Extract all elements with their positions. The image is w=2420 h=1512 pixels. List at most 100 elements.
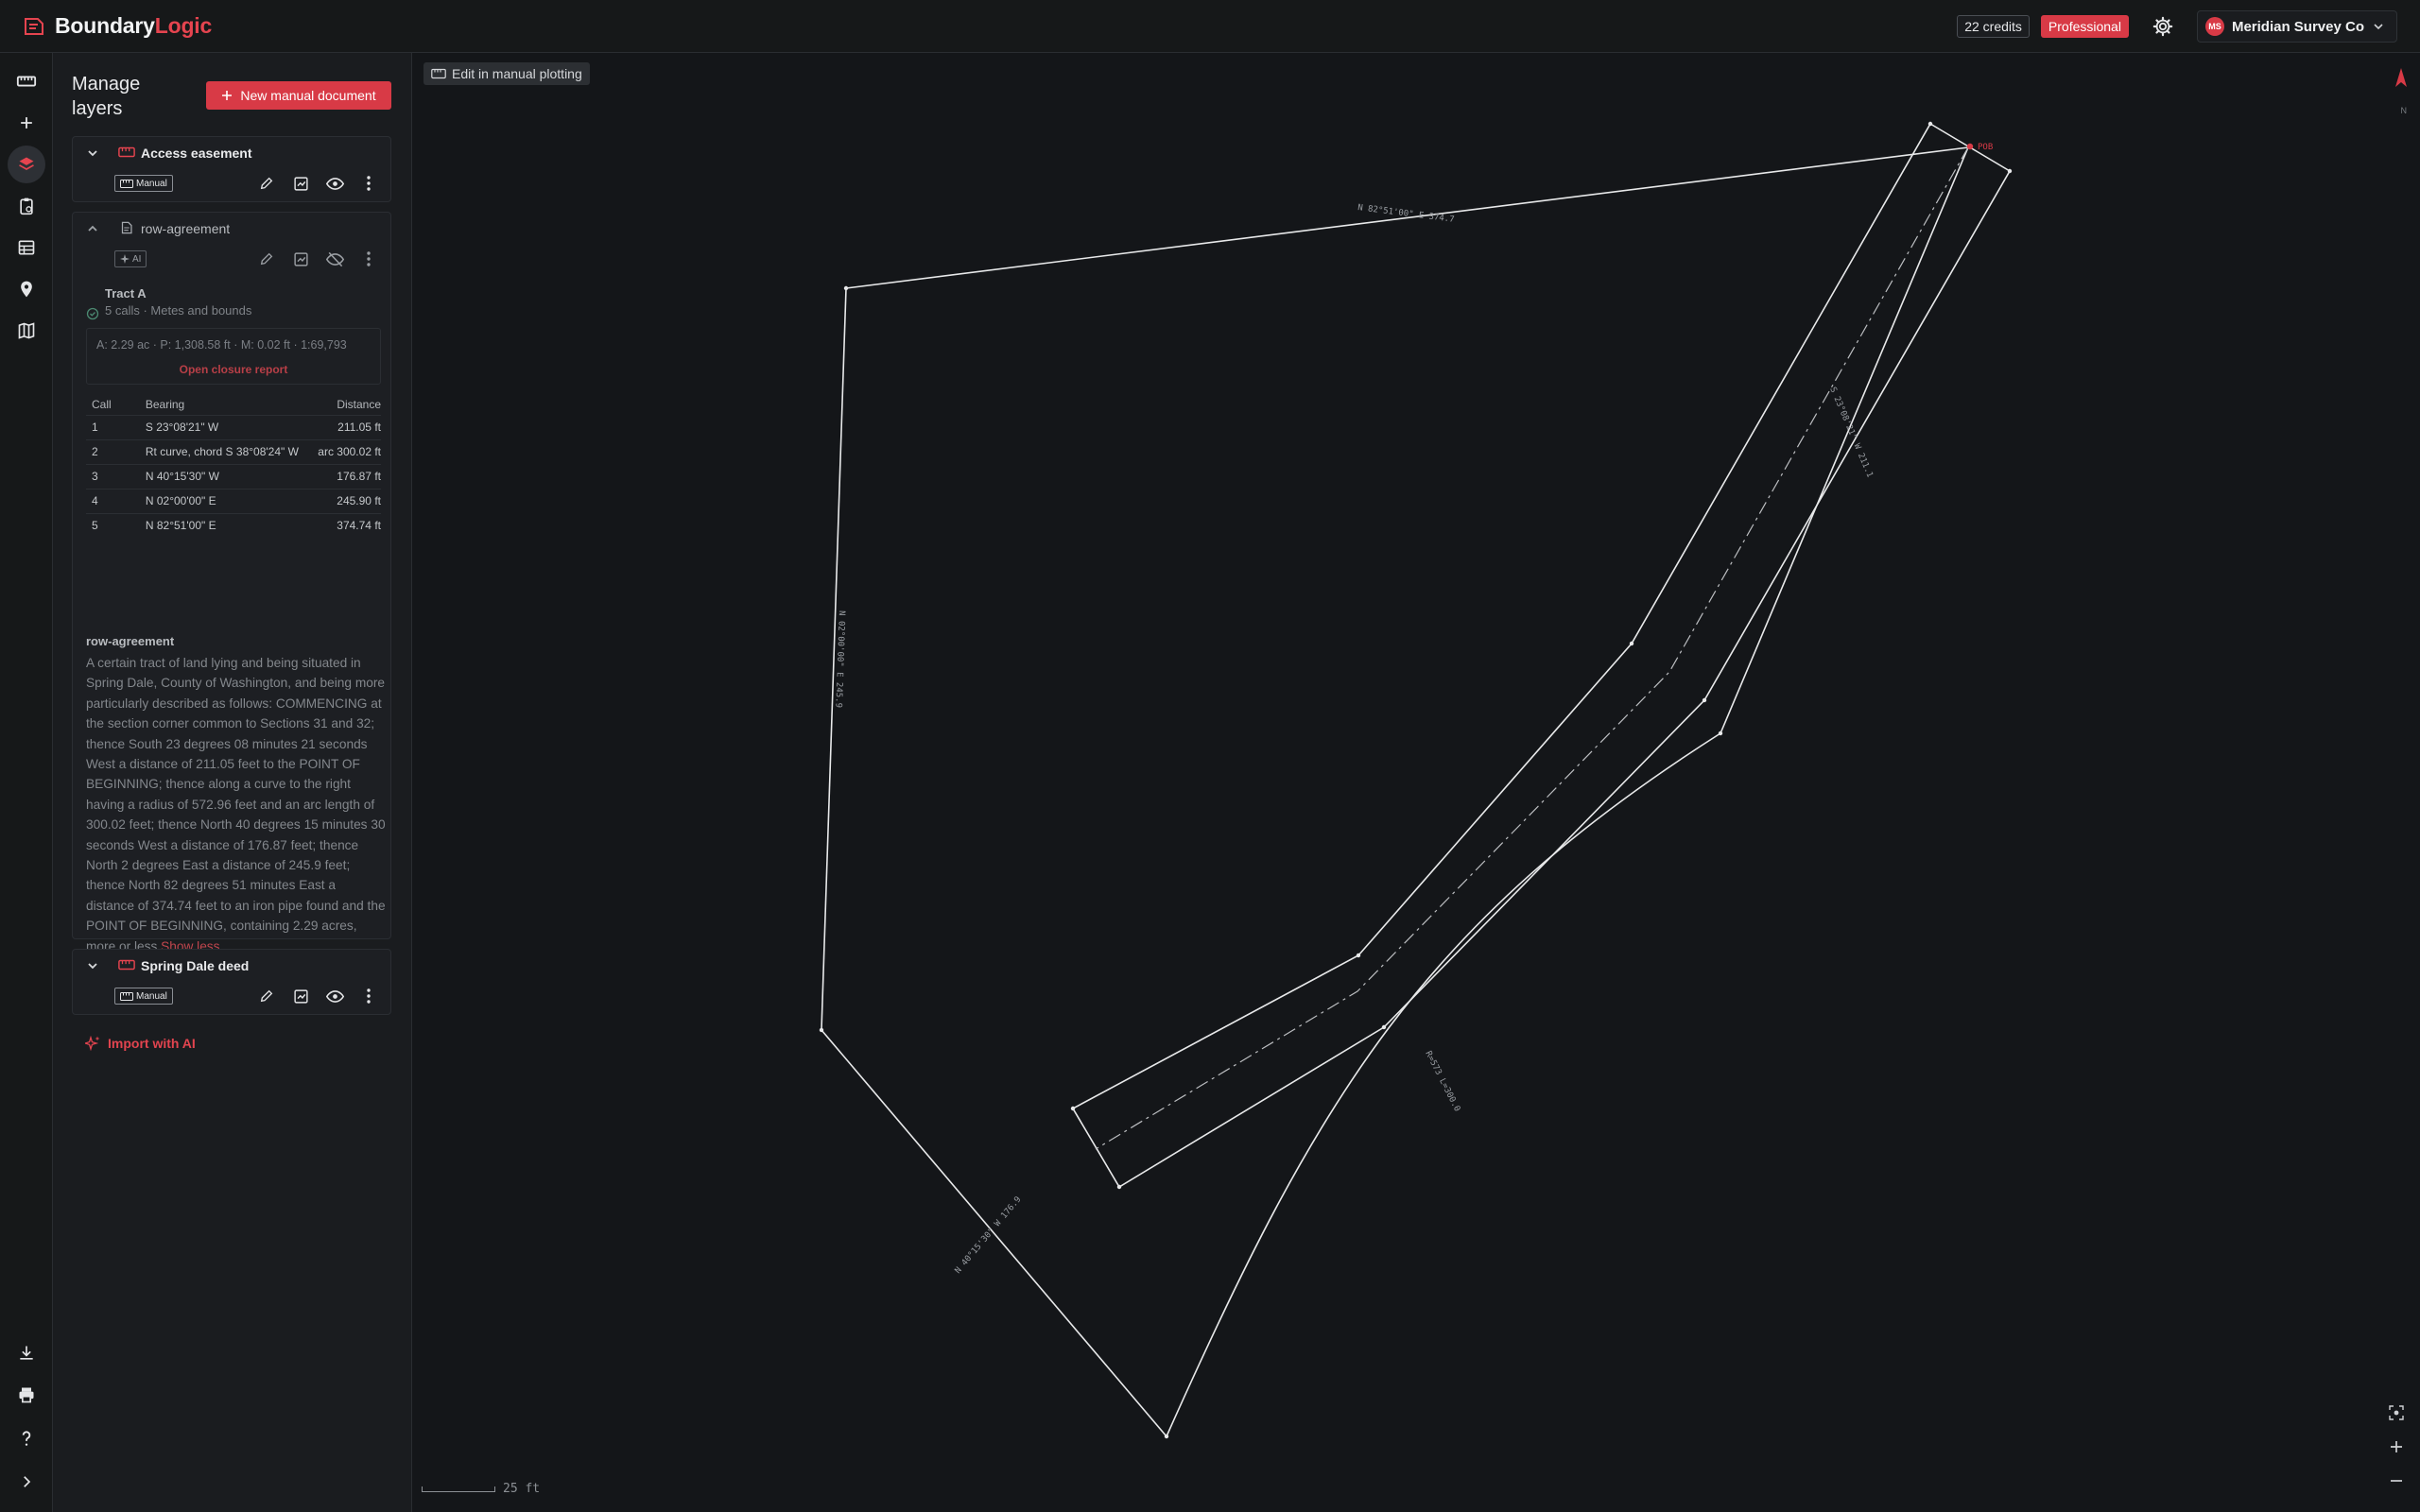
location-button[interactable] bbox=[8, 270, 45, 308]
add-button[interactable] bbox=[8, 104, 45, 142]
help-button[interactable] bbox=[8, 1419, 45, 1457]
scale-bar-graphic bbox=[422, 1486, 495, 1492]
layer-header[interactable]: row-agreement bbox=[73, 213, 390, 245]
zoom-in-button[interactable] bbox=[2386, 1436, 2407, 1457]
expand-rail-button[interactable] bbox=[8, 1463, 45, 1501]
download-button[interactable] bbox=[8, 1334, 45, 1372]
map-pin-icon bbox=[21, 281, 32, 298]
ruler-icon bbox=[118, 959, 135, 971]
brand-name: BoundaryLogic bbox=[55, 13, 212, 39]
eye-icon bbox=[325, 177, 344, 190]
plot-drawing: POB N 82°51'00" E 374.7 S 23°08'21" W 21… bbox=[819, 121, 2013, 1439]
plus-icon bbox=[21, 117, 32, 129]
call-line-1[interactable] bbox=[1720, 146, 1969, 734]
closure-stats: A: 2.29 ac · P: 1,308.58 ft · M: 0.02 ft… bbox=[96, 338, 347, 352]
settings-button[interactable] bbox=[2146, 9, 2180, 43]
layers-icon bbox=[19, 157, 34, 170]
table-row[interactable]: 1 S 23°08'21" W 211.05 ft bbox=[86, 414, 381, 439]
call-bearing: N 02°00'00" E bbox=[145, 488, 311, 513]
map-canvas[interactable]: Edit in manual plotting N POB N 82°51'00… bbox=[412, 53, 2420, 1512]
easement-boundary[interactable] bbox=[1071, 122, 2012, 1189]
table-row[interactable]: 3 N 40°15'30" W 176.87 ft bbox=[86, 463, 381, 489]
plot-layer-button[interactable] bbox=[290, 986, 311, 1006]
printer-icon bbox=[19, 1387, 34, 1403]
clipboard-button[interactable] bbox=[8, 187, 45, 225]
pencil-icon bbox=[260, 177, 273, 190]
edit-layer-button[interactable] bbox=[256, 173, 277, 194]
toggle-visibility-button[interactable] bbox=[324, 986, 345, 1006]
eye-off-icon bbox=[325, 251, 344, 266]
vertex-markers bbox=[819, 121, 2013, 1439]
call-number: 4 bbox=[86, 488, 146, 513]
layers-button[interactable] bbox=[8, 146, 45, 183]
plot-layer-button[interactable] bbox=[290, 249, 311, 269]
left-rail bbox=[0, 53, 53, 1512]
easement-centerline bbox=[1095, 146, 1969, 1150]
minus-icon bbox=[2391, 1480, 2402, 1482]
tract-boundary[interactable] bbox=[821, 147, 1977, 1438]
layer-menu-button[interactable] bbox=[358, 249, 379, 269]
layer-header[interactable]: Spring Dale deed bbox=[73, 950, 390, 982]
map-icon bbox=[18, 322, 35, 339]
pob-marker[interactable]: POB bbox=[1966, 143, 1993, 152]
zoom-out-button[interactable] bbox=[2386, 1470, 2407, 1491]
layer-menu-button[interactable] bbox=[358, 173, 379, 194]
table-button[interactable] bbox=[8, 229, 45, 266]
call-bearing: N 82°51'00" E bbox=[145, 512, 311, 538]
edit-layer-button[interactable] bbox=[256, 986, 277, 1006]
closure-summary: A: 2.29 ac · P: 1,308.58 ft · M: 0.02 ft… bbox=[86, 328, 381, 385]
layer-header[interactable]: Access easement bbox=[73, 137, 390, 169]
tract-subtitle: 5 calls · Metes and bounds bbox=[105, 303, 252, 318]
ruler-tool-button[interactable] bbox=[8, 62, 45, 100]
layer-type-badge: Manual bbox=[114, 175, 173, 192]
layer-type-badge: AI bbox=[114, 250, 147, 267]
layer-type-badge: Manual bbox=[114, 988, 173, 1005]
plot-layer-button[interactable] bbox=[290, 173, 311, 194]
call-number: 2 bbox=[86, 438, 146, 464]
brand-logo-icon bbox=[25, 17, 43, 35]
call-number: 1 bbox=[86, 414, 146, 439]
edit-layer-button[interactable] bbox=[256, 249, 277, 269]
call-bearing: N 40°15'30" W bbox=[145, 463, 311, 489]
new-manual-document-label: New manual document bbox=[240, 88, 376, 103]
fit-to-view-button[interactable] bbox=[2386, 1402, 2407, 1423]
table-row[interactable]: 2 Rt curve, chord S 38°08'24" W arc 300.… bbox=[86, 438, 381, 464]
toggle-visibility-button[interactable] bbox=[324, 173, 345, 194]
tract-title[interactable]: Tract A bbox=[105, 286, 147, 301]
chevron-down-icon[interactable] bbox=[86, 146, 99, 160]
pob-label: POB bbox=[1978, 143, 1993, 152]
brand-name-accent: Logic bbox=[154, 13, 213, 38]
credits-badge[interactable]: 22 credits bbox=[1957, 15, 2030, 38]
chevron-down-icon[interactable] bbox=[86, 959, 99, 972]
ruler-icon bbox=[16, 76, 37, 87]
description-title: row-agreement bbox=[86, 634, 175, 648]
map-button[interactable] bbox=[8, 312, 45, 350]
call-bearing: Rt curve, chord S 38°08'24" W bbox=[145, 438, 311, 464]
open-closure-report-link[interactable]: Open closure report bbox=[87, 363, 380, 376]
chevron-up-icon[interactable] bbox=[86, 222, 99, 235]
print-button[interactable] bbox=[8, 1376, 45, 1414]
layer-menu-button[interactable] bbox=[358, 986, 379, 1006]
chart-edit-icon bbox=[293, 176, 308, 191]
column-header-distance: Distance bbox=[337, 397, 381, 411]
gear-icon bbox=[2152, 16, 2173, 37]
table-row[interactable]: 5 N 82°51'00" E 374.74 ft bbox=[86, 512, 381, 538]
table-header-row: Call Bearing Distance bbox=[86, 394, 381, 415]
scale-bar: 25 ft bbox=[422, 1482, 540, 1496]
call-distance: 211.05 ft bbox=[310, 414, 381, 439]
help-icon bbox=[22, 1431, 31, 1446]
plan-badge: Professional bbox=[2040, 15, 2129, 38]
plus-icon bbox=[222, 91, 233, 100]
table-row[interactable]: 4 N 02°00'00" E 245.90 ft bbox=[86, 488, 381, 513]
call-label-2: R=573 L=300.0 bbox=[1423, 1050, 1461, 1113]
org-switcher[interactable]: MS Meridian Survey Co bbox=[2196, 10, 2397, 43]
brand-name-main: Boundary bbox=[55, 13, 155, 38]
legal-description: A certain tract of land lying and being … bbox=[86, 653, 387, 956]
toggle-visibility-button[interactable] bbox=[324, 249, 345, 269]
calls-table: Call Bearing Distance 1 S 23°08'21" W 21… bbox=[86, 394, 381, 538]
brand[interactable]: BoundaryLogic bbox=[23, 13, 212, 39]
new-manual-document-button[interactable]: New manual document bbox=[206, 81, 391, 110]
layer-type-label: Manual bbox=[136, 178, 167, 189]
ruler-icon bbox=[118, 146, 135, 158]
import-with-ai-button[interactable]: Import with AI bbox=[85, 1036, 196, 1051]
